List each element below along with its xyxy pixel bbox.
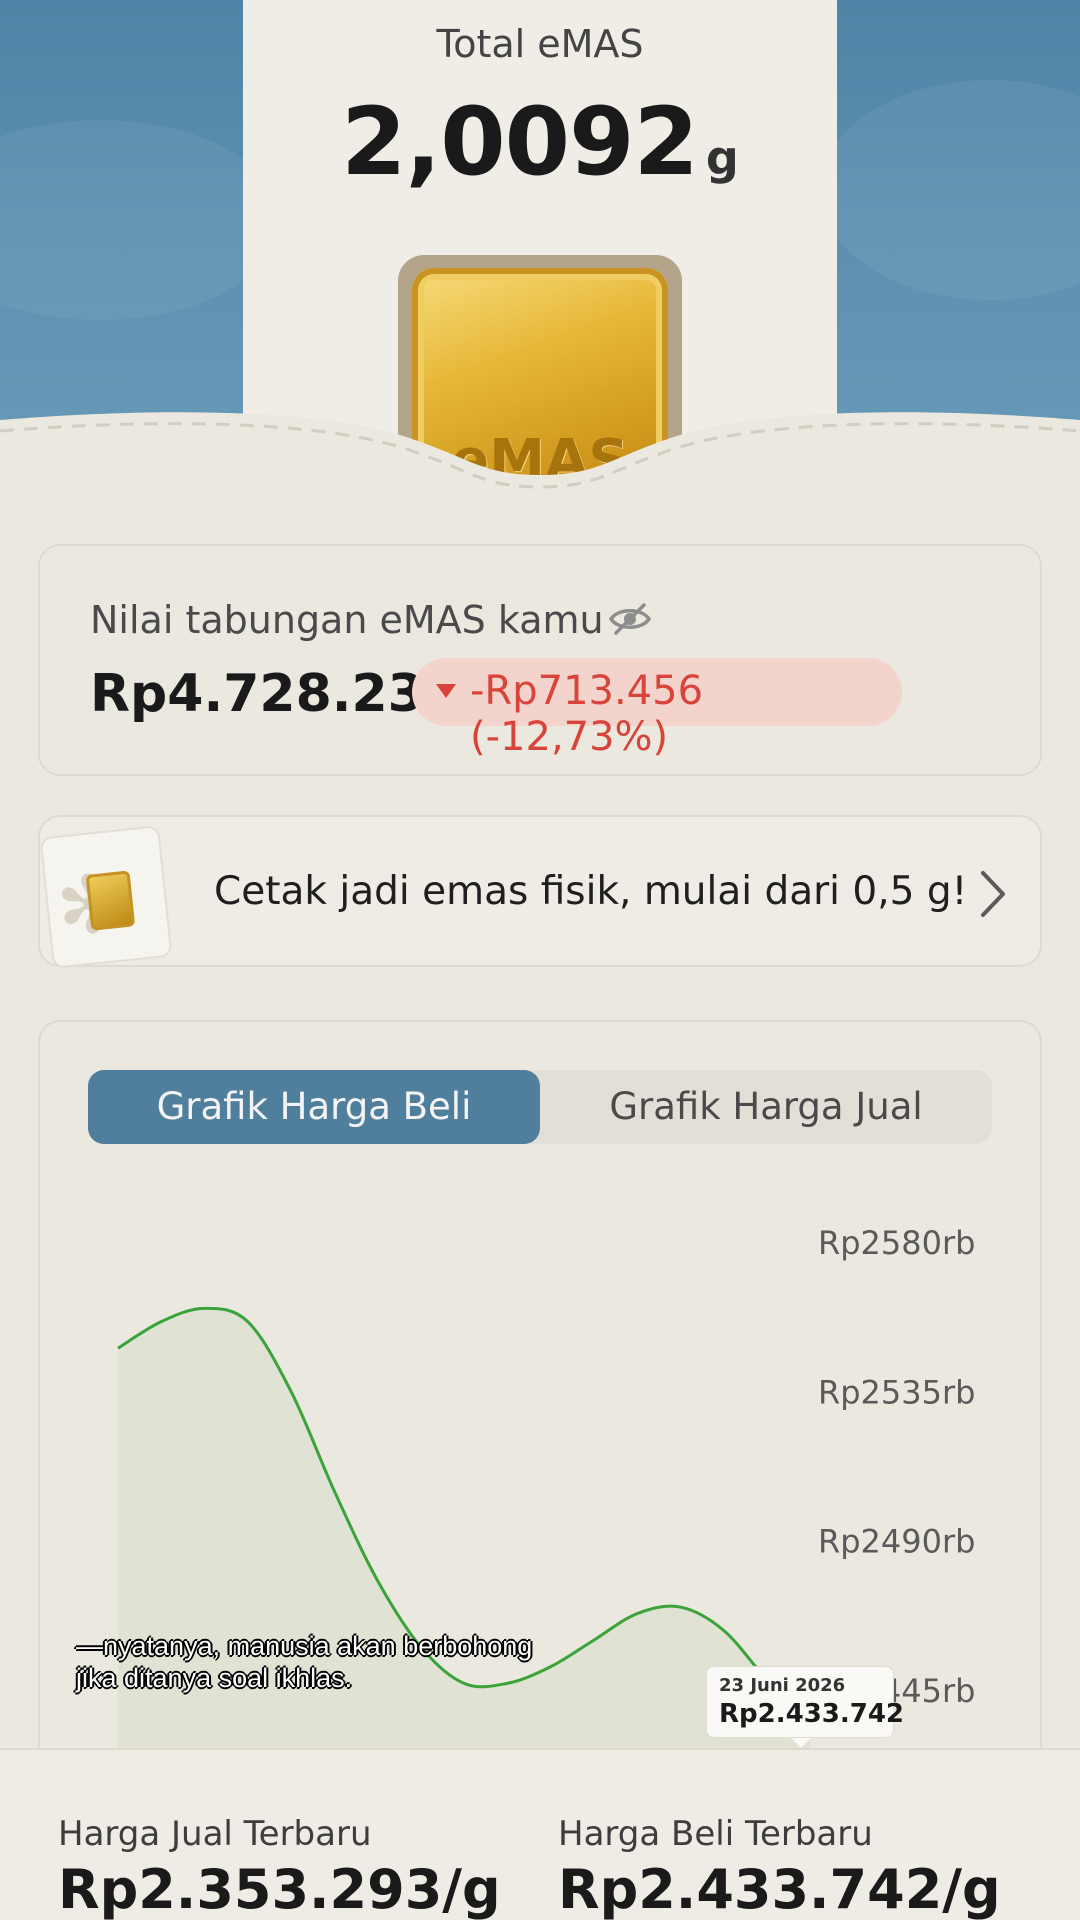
total-emas-amount: 2,0092 g bbox=[243, 88, 837, 197]
savings-amount: Rp4.728.236 bbox=[90, 664, 461, 724]
gold-card-thumbnail: ✻ bbox=[39, 825, 173, 969]
y-axis-tick-label: Rp2490rb bbox=[818, 1523, 975, 1561]
savings-value-card: Nilai tabungan eMAS kamu Rp4.728.236 -Rp… bbox=[38, 544, 1042, 776]
tooltip-value: Rp2.433.742 bbox=[719, 1699, 905, 1729]
tab-buy-price-chart[interactable]: Grafik Harga Beli bbox=[88, 1070, 540, 1144]
buy-price-value: Rp2.433.742/g bbox=[558, 1858, 1001, 1920]
sell-price-value: Rp2.353.293/g bbox=[58, 1858, 501, 1920]
print-physical-gold-banner[interactable]: ✻ Cetak jadi emas fisik, mulai dari 0,5 … bbox=[38, 815, 1042, 969]
pocket-edge bbox=[0, 412, 1080, 565]
savings-label: Nilai tabungan eMAS kamu bbox=[90, 598, 604, 642]
total-emas-unit: g bbox=[705, 131, 739, 185]
mini-gold-bar-icon bbox=[85, 870, 136, 931]
subtitle-line-1: —nyatanya, manusia akan berbohong bbox=[76, 1631, 533, 1661]
tooltip-pointer bbox=[791, 1738, 811, 1748]
subtitle-line-2: jika ditanya soal ikhlas. bbox=[76, 1663, 353, 1693]
y-axis-tick-label: Rp2580rb bbox=[818, 1224, 975, 1262]
total-emas-title: Total eMAS bbox=[436, 22, 644, 66]
chart-tooltip: 23 Juni 2026 Rp2.433.742 bbox=[706, 1666, 904, 1748]
savings-change-badge: -Rp713.456 (-12,73%) bbox=[412, 658, 902, 760]
print-banner-text: Cetak jadi emas fisik, mulai dari 0,5 g! bbox=[214, 869, 968, 914]
y-axis-tick-label: Rp2535rb bbox=[818, 1373, 975, 1411]
chevron-right-icon bbox=[981, 871, 1005, 917]
latest-prices-panel: Harga Jual Terbaru Rp2.353.293/g Harga B… bbox=[0, 1748, 1080, 1920]
chart-tab-group: Grafik Harga Beli Grafik Harga Jual bbox=[88, 1070, 992, 1144]
video-subtitle: —nyatanya, manusia akan berbohong jika d… bbox=[76, 1630, 676, 1694]
tooltip-date: 23 Juni 2026 bbox=[719, 1675, 846, 1696]
down-arrow-icon bbox=[436, 684, 456, 698]
sell-price-label: Harga Jual Terbaru bbox=[58, 1814, 372, 1854]
savings-change-text: -Rp713.456 (-12,73%) bbox=[470, 668, 704, 760]
tab-sell-price-chart[interactable]: Grafik Harga Jual bbox=[540, 1070, 992, 1144]
buy-price-label: Harga Beli Terbaru bbox=[558, 1814, 873, 1854]
eye-off-icon[interactable] bbox=[608, 602, 652, 636]
total-emas-value: 2,0092 bbox=[341, 88, 699, 197]
